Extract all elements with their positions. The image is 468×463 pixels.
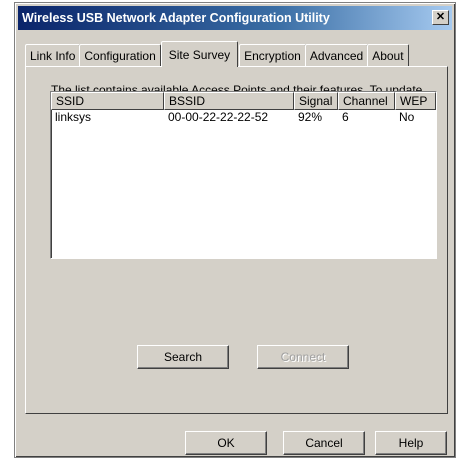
tab-configuration[interactable]: Configuration <box>79 44 161 67</box>
cell-channel: 6 <box>342 110 349 124</box>
tab-strip: Link Info Configuration Site Survey Encr… <box>25 41 409 67</box>
list-item[interactable]: linksys 00-00-22-22-22-52 92% 6 No <box>51 110 436 125</box>
cell-bssid: 00-00-22-22-22-52 <box>168 110 269 124</box>
cell-wep: No <box>399 110 415 124</box>
list-header: SSID BSSID Signal Channel WEP <box>51 92 436 110</box>
connect-button[interactable]: Connect <box>257 345 349 369</box>
column-header-channel[interactable]: Channel <box>338 92 395 110</box>
column-header-wep[interactable]: WEP <box>395 92 436 110</box>
tab-encryption[interactable]: Encryption <box>239 44 306 67</box>
ok-button[interactable]: OK <box>185 431 267 455</box>
cancel-button[interactable]: Cancel <box>283 431 365 455</box>
window-title: Wireless USB Network Adapter Configurati… <box>22 11 330 25</box>
access-point-list[interactable]: SSID BSSID Signal Channel WEP linksys 00… <box>50 91 437 259</box>
tab-site-survey[interactable]: Site Survey <box>160 41 239 67</box>
column-header-ssid[interactable]: SSID <box>51 92 164 110</box>
tab-link-info[interactable]: Link Info <box>25 44 81 67</box>
help-button[interactable]: Help <box>375 431 447 455</box>
cell-signal: 92% <box>298 110 323 124</box>
close-button[interactable]: ✕ <box>432 10 449 25</box>
tab-advanced[interactable]: Advanced <box>304 44 369 67</box>
cell-ssid: linksys <box>55 110 92 124</box>
tab-about[interactable]: About <box>367 44 409 67</box>
config-utility-window: Wireless USB Network Adapter Configurati… <box>14 2 456 458</box>
column-header-bssid[interactable]: BSSID <box>164 92 294 110</box>
title-bar[interactable]: Wireless USB Network Adapter Configurati… <box>18 6 452 30</box>
column-header-signal[interactable]: Signal <box>294 92 338 110</box>
search-button[interactable]: Search <box>137 345 229 369</box>
